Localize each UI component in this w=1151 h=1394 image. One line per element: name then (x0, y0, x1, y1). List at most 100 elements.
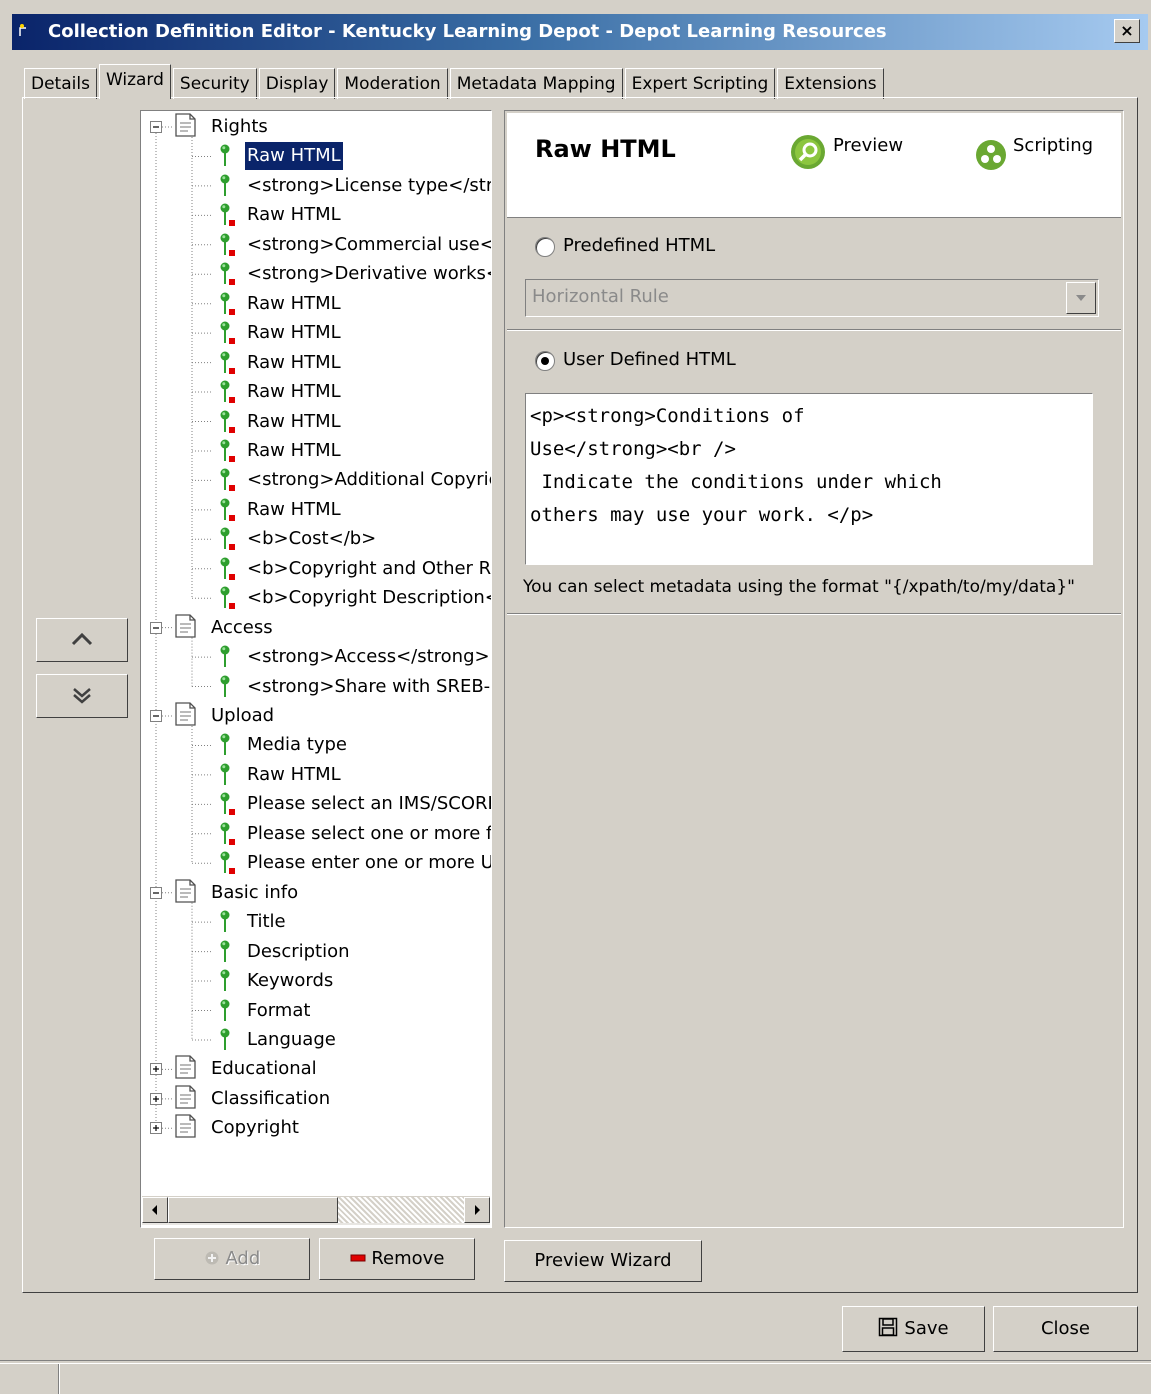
tree-item[interactable]: Raw HTML (141, 290, 491, 318)
tree-item-label: Raw HTML (247, 292, 341, 314)
predefined-html-select[interactable]: Horizontal Rule (525, 279, 1099, 317)
tree-group-upload[interactable]: Upload (141, 702, 491, 730)
tree-item-label: <strong>Share with SREB-: (247, 675, 492, 697)
expand-icon[interactable] (150, 1122, 162, 1135)
predefined-html-value: Horizontal Rule (532, 286, 669, 307)
preview-icon (791, 135, 825, 169)
tab-metadata-mapping[interactable]: Metadata Mapping (449, 68, 623, 99)
pin-with-flag-icon (217, 437, 239, 465)
tree-item[interactable]: <b>Copyright Description< (141, 584, 491, 612)
tree-item[interactable]: Title (141, 908, 491, 936)
title-bar[interactable]: Collection Definition Editor - Kentucky … (12, 14, 1148, 50)
scripting-link-label: Scripting (1013, 135, 1094, 156)
tree-item[interactable]: Raw HTML (141, 761, 491, 789)
tab-wizard[interactable]: Wizard (98, 64, 171, 99)
page-icon (173, 612, 199, 640)
pin-icon (217, 761, 239, 789)
html-content-editor[interactable]: <p><strong>Conditions of Use</strong><br… (525, 393, 1093, 565)
chevron-up-icon (71, 632, 93, 646)
expand-icon[interactable] (150, 1092, 162, 1105)
tree-group-copyright[interactable]: Copyright (141, 1114, 491, 1142)
tree-item-label: Raw HTML (247, 439, 341, 461)
metadata-hint: You can select metadata using the format… (523, 577, 1075, 597)
add-button[interactable]: Add (154, 1238, 310, 1280)
select-dropdown-button[interactable] (1066, 282, 1096, 314)
tree-item[interactable]: <strong>Access</strong> (141, 643, 491, 671)
scripting-icon (976, 140, 1006, 170)
tree-item[interactable]: Raw HTML (141, 319, 491, 347)
save-button-label: Save (904, 1318, 949, 1339)
move-up-button[interactable] (36, 618, 128, 662)
tab-display[interactable]: Display (258, 68, 336, 99)
tab-details[interactable]: Details (24, 68, 97, 99)
tree-item[interactable]: Raw HTML (141, 496, 491, 524)
tree-item[interactable]: Media type (141, 731, 491, 759)
tab-extensions[interactable]: Extensions (777, 68, 884, 99)
pin-icon (217, 967, 239, 995)
tree-item[interactable]: Raw HTML (141, 378, 491, 406)
tree-group-rights[interactable]: Rights (141, 113, 491, 141)
move-down-button[interactable] (36, 674, 128, 718)
tree-item[interactable]: <b>Cost</b> (141, 525, 491, 553)
collapse-icon[interactable] (150, 621, 162, 634)
double-chevron-down-icon (73, 688, 91, 704)
tree-item[interactable]: Raw HTML (141, 408, 491, 436)
scroll-track[interactable] (338, 1197, 464, 1223)
tree-item[interactable]: <strong>Share with SREB-: (141, 673, 491, 701)
scroll-left-button[interactable] (142, 1197, 168, 1223)
tab-security[interactable]: Security (172, 68, 257, 99)
tree-item[interactable]: Keywords (141, 967, 491, 995)
tree-item[interactable]: <strong>License type</str (141, 172, 491, 200)
scroll-thumb[interactable] (168, 1197, 338, 1223)
user-defined-radio-button[interactable] (535, 351, 555, 371)
wizard-tree[interactable]: Rights Raw HTML <strong>License type</str R… (140, 110, 492, 1228)
pin-with-flag-icon (217, 408, 239, 436)
tree-group-classification[interactable]: Classification (141, 1085, 491, 1113)
chevron-down-icon (1076, 295, 1086, 301)
collapse-icon[interactable] (150, 121, 162, 133)
pin-icon (217, 997, 239, 1025)
tree-item[interactable]: Raw HTML (141, 141, 491, 172)
tree-horizontal-scrollbar[interactable] (142, 1196, 490, 1225)
tab-moderation[interactable]: Moderation (337, 68, 448, 99)
save-button[interactable]: Save (842, 1306, 985, 1352)
arrow-right-icon (475, 1205, 480, 1215)
remove-button[interactable]: Remove (319, 1238, 475, 1280)
close-window-button[interactable]: × (1114, 19, 1140, 43)
editor-title: Raw HTML (535, 135, 676, 163)
tree-item[interactable]: Raw HTML (141, 349, 491, 377)
predefined-radio-button[interactable] (535, 237, 555, 257)
collapse-icon[interactable] (150, 710, 162, 722)
tree-item-label: <b>Cost</b> (247, 528, 377, 550)
expand-icon[interactable] (150, 1063, 162, 1076)
app-icon (19, 24, 26, 36)
tree-item[interactable]: <strong>Additional Copyric (141, 466, 491, 494)
tree-item[interactable]: <b>Copyright and Other R (141, 555, 491, 583)
tree-item[interactable]: Please enter one or more U (141, 849, 491, 877)
tree-item[interactable]: Description (141, 938, 491, 966)
tree-item-label: <b>Copyright Description< (247, 587, 492, 609)
pin-with-flag-icon (217, 349, 239, 377)
tree-item[interactable]: Please select an IMS/SCORI (141, 790, 491, 818)
collapse-icon[interactable] (150, 886, 162, 899)
tree-item[interactable]: Raw HTML (141, 437, 491, 465)
pin-with-flag-icon (217, 496, 239, 524)
tree-item[interactable]: Raw HTML (141, 201, 491, 229)
tree-group-basic-info[interactable]: Basic info (141, 879, 491, 907)
tree-item[interactable]: Please select one or more fi (141, 820, 491, 848)
tree-item[interactable]: <strong>Commercial use</ (141, 231, 491, 259)
pin-icon (217, 1026, 239, 1054)
tree-group-educational[interactable]: Educational (141, 1055, 491, 1083)
preview-wizard-button[interactable]: Preview Wizard (504, 1240, 702, 1282)
tree-group-access[interactable]: Access (141, 612, 491, 642)
scroll-right-button[interactable] (464, 1197, 490, 1223)
tree-item[interactable]: Format (141, 997, 491, 1025)
tree-item[interactable]: <strong>Derivative works< (141, 260, 491, 288)
tree-item[interactable]: Language (141, 1026, 491, 1054)
tree-item-label: Description (247, 940, 350, 962)
tab-expert-scripting[interactable]: Expert Scripting (624, 68, 776, 99)
close-button[interactable]: Close (993, 1306, 1138, 1352)
pin-with-flag-icon (217, 584, 239, 612)
minus-icon (350, 1254, 366, 1262)
pin-with-flag-icon (217, 201, 239, 229)
